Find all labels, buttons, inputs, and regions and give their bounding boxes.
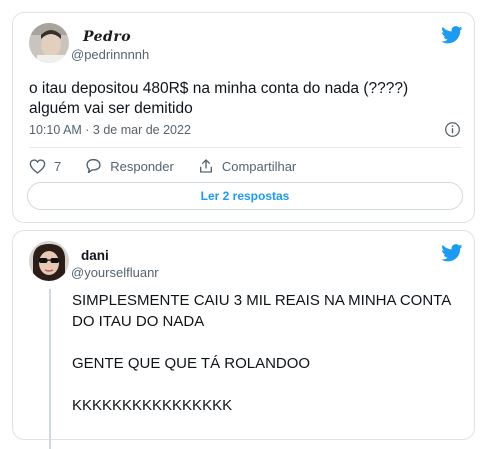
divider xyxy=(29,147,461,148)
like-button[interactable]: 7 xyxy=(29,159,61,174)
user-handle[interactable]: @yourselfluanr xyxy=(71,265,159,280)
tweet-paragraph: GENTE QUE QUE TÁ ROLANDOO xyxy=(72,355,311,372)
read-replies-button[interactable]: Ler 2 respostas xyxy=(27,182,463,210)
tweet-card-1[interactable]: Pedro @pedrinnnnh o itau depositou 480R$… xyxy=(12,12,475,223)
user-handle[interactable]: @pedrinnnnh xyxy=(71,47,149,62)
twitter-bird-icon[interactable] xyxy=(441,244,463,262)
tweet-text-line: alguém vai ser demitido xyxy=(29,100,193,117)
tweet-paragraph: KKKKKKKKKKKKKKKK xyxy=(72,397,233,414)
tweet-paragraph: SIMPLESMENTE CAIU 3 MIL REAIS NA MINHA C… xyxy=(72,292,451,330)
avatar[interactable] xyxy=(29,23,69,63)
twitter-bird-icon[interactable] xyxy=(441,26,463,44)
timestamp[interactable]: 10:10 AM · 3 de mar de 2022 xyxy=(29,123,191,137)
heart-icon xyxy=(29,158,46,174)
action-bar: 7 Responder Compartilhar xyxy=(29,156,320,176)
share-label: Compartilhar xyxy=(221,158,297,174)
share-button[interactable]: Compartilhar xyxy=(198,158,296,174)
share-upload-icon xyxy=(199,159,212,173)
like-count: 7 xyxy=(54,158,62,174)
info-icon[interactable] xyxy=(444,121,461,138)
reply-label: Responder xyxy=(110,158,174,174)
speech-bubble-icon xyxy=(86,158,101,174)
reply-button[interactable]: Responder xyxy=(85,158,174,174)
thread-line xyxy=(49,289,51,449)
tweet-card-2[interactable]: dani @yourselfluanr SIMPLESMENTE CAIU 3 … xyxy=(12,230,475,449)
display-name[interactable]: dani xyxy=(81,248,109,263)
tweet-text-line: o itau depositou 480R$ na minha conta do… xyxy=(29,80,409,97)
display-name[interactable]: Pedro xyxy=(83,29,131,45)
tweet-text: SIMPLESMENTE CAIU 3 MIL REAIS NA MINHA C… xyxy=(72,290,462,437)
tweet-text: o itau depositou 480R$ na minha conta do… xyxy=(29,79,469,119)
avatar[interactable] xyxy=(29,241,69,281)
